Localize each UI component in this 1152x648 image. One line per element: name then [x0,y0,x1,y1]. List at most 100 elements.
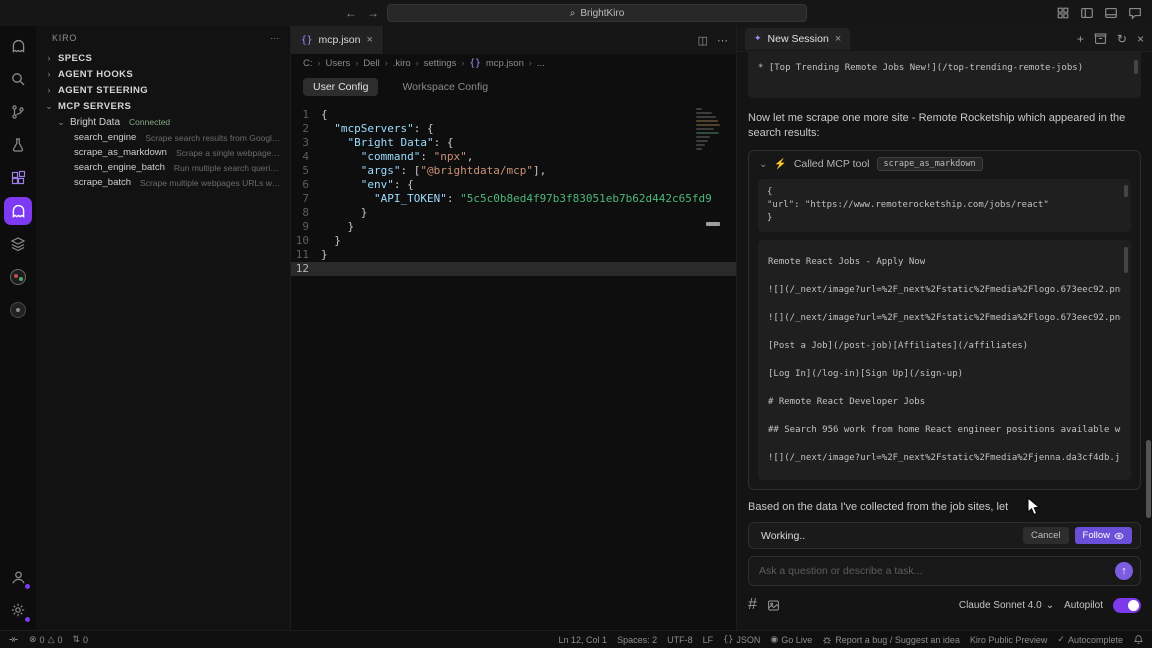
tab-close-icon[interactable]: × [366,34,372,46]
nav-back-icon[interactable]: ← [345,6,357,20]
code-line[interactable]: 3 "Bright Data": { [291,136,736,150]
panel-bottom-icon[interactable] [1104,6,1118,20]
scrollbar-thumb[interactable] [706,222,720,226]
chevron-down-icon: ⌄ [56,117,66,128]
scrollbar-thumb[interactable] [1124,247,1128,273]
panel-scrollbar-thumb[interactable] [1146,440,1151,518]
working-bar: Working.. Cancel Follow [748,522,1141,549]
tab-mcp-json[interactable]: {} mcp.json × [291,26,384,54]
panel-left-icon[interactable] [1080,6,1094,20]
chevron-down-icon: ⌄ [1046,600,1054,611]
sidebar: KIRO ⋯ › SPECS › AGENT HOOKS › AGENT STE… [36,26,290,630]
follow-button[interactable]: Follow [1075,527,1132,544]
go-live-button[interactable]: ◉ Go Live [770,634,812,645]
code-line[interactable]: 10 } [291,234,736,248]
eol-indicator[interactable]: LF [703,635,714,645]
kiro-preview-label[interactable]: Kiro Public Preview [970,635,1048,645]
mcp-server-bright-data[interactable]: ⌄ Bright Data Connected [36,114,290,130]
settings-gear-icon[interactable] [4,596,32,624]
app-window: ← → ⌕ BrightKiro [0,0,1152,648]
notifications-bell-icon[interactable] [1133,634,1144,645]
report-bug-button[interactable]: Report a bug / Suggest an idea [822,635,960,645]
mcp-tool-search-engine[interactable]: search_engine Scrape search results from… [36,130,290,145]
extensions-icon[interactable] [4,164,32,192]
code-line[interactable]: 7 "API_TOKEN": "5c5c0b8ed4f97b3f83051eb7… [291,192,736,206]
chat-tab-label: New Session [768,33,829,45]
encoding-indicator[interactable]: UTF-8 [667,635,693,645]
status-bar: ⊗ 0 △ 0 ⇅ 0 Ln 12, Col 1 Spaces: 2 UTF-8… [0,630,1152,648]
code-line[interactable]: 8 } [291,206,736,220]
problems-indicator[interactable]: ⊗ 0 △ 0 [29,634,63,645]
kiro-logo-icon[interactable] [4,32,32,60]
mcp-tool-search-engine-batch[interactable]: search_engine_batch Run multiple search … [36,160,290,175]
ports-indicator[interactable]: ⇅ 0 [73,634,89,645]
tab-user-config[interactable]: User Config [303,78,378,96]
scrollbar-thumb[interactable] [1134,60,1138,74]
chevron-right-icon: › [44,53,54,63]
chevron-down-icon: ⌄ [759,159,767,170]
sidebar-section-specs[interactable]: › SPECS [36,50,290,66]
new-chat-icon[interactable]: + [1077,32,1084,46]
nav-forward-icon[interactable]: → [367,6,379,20]
error-icon: ⊗ [29,634,37,645]
code-line[interactable]: 12 [291,262,736,276]
globe-logo-icon[interactable] [4,296,32,324]
indentation-indicator[interactable]: Spaces: 2 [617,635,657,645]
chat-input-box: ↑ [748,556,1141,586]
chat-input[interactable] [759,565,1115,577]
breadcrumb[interactable]: C:› Users› Dell› .kiro› settings› {} mcp… [291,54,736,72]
sidebar-section-agent-steering[interactable]: › AGENT STEERING [36,82,290,98]
cancel-button[interactable]: Cancel [1023,527,1069,544]
code-editor[interactable]: 1{2 "mcpServers": {3 "Bright Data": {4 "… [291,102,736,630]
sidebar-more-icon[interactable]: ⋯ [270,33,280,44]
context-hash-icon[interactable]: # [748,596,757,614]
chat-icon[interactable] [1128,6,1142,20]
code-line[interactable]: 1{ [291,108,736,122]
ports-icon: ⇅ [73,634,81,645]
tab-workspace-config[interactable]: Workspace Config [392,78,498,96]
tab-label: mcp.json [318,34,360,46]
code-line[interactable]: 11} [291,248,736,262]
split-editor-icon[interactable]: ◫ [698,34,708,47]
send-button[interactable]: ↑ [1115,562,1133,580]
autopilot-toggle[interactable] [1113,598,1141,613]
mcp-tool-scrape-batch[interactable]: scrape_batch Scrape multiple webpages UR… [36,175,290,190]
account-badge [24,583,31,590]
panel-close-icon[interactable]: × [1137,32,1144,46]
layout-grid-icon[interactable] [1056,6,1070,20]
mono-line: } [767,212,1122,225]
test-flask-icon[interactable] [4,131,32,159]
model-selector[interactable]: Claude Sonnet 4.0 ⌄ [959,600,1054,611]
autocomplete-indicator[interactable]: ✓ Autocomplete [1057,634,1123,645]
sidebar-section-mcp-servers[interactable]: ⌄ MCP SERVERS [36,98,290,114]
sidebar-section-agent-hooks[interactable]: › AGENT HOOKS [36,66,290,82]
tab-new-session[interactable]: ✦ New Session × [745,28,850,50]
layers-icon[interactable] [4,230,32,258]
code-line[interactable]: 4 "command": "npx", [291,150,736,164]
language-indicator[interactable]: {} JSON [723,635,760,645]
mono-line: [Log In](/log-in)[Sign Up](/sign-up) [768,360,1121,388]
code-line[interactable]: 9 } [291,220,736,234]
mono-line: ![](/_next/image?url=%2F_next%2Fstatic%2… [768,444,1121,472]
history-icon[interactable]: ↻ [1117,32,1127,46]
scrollbar-thumb[interactable] [1124,185,1128,197]
mono-line: Remote React Jobs - Apply Now [768,248,1121,276]
attach-image-icon[interactable] [767,599,780,612]
editor-more-icon[interactable]: ⋯ [717,34,728,47]
chat-tab-close-icon[interactable]: × [835,33,841,45]
tool-call-header[interactable]: ⌄ ⚡ Called MCP tool scrape_as_markdown [749,151,1140,177]
kiro-agent-icon[interactable] [4,197,32,225]
code-line[interactable]: 5 "args": ["@brightdata/mcp"], [291,164,736,178]
source-control-icon[interactable] [4,98,32,126]
account-icon[interactable] [4,563,32,591]
line-col-indicator[interactable]: Ln 12, Col 1 [559,635,608,645]
code-line[interactable]: 2 "mcpServers": { [291,122,736,136]
sessions-archive-icon[interactable] [1094,32,1107,45]
database-logo-icon[interactable] [4,263,32,291]
minimap[interactable] [696,108,722,152]
mcp-tool-scrape-as-markdown[interactable]: scrape_as_markdown Scrape a single webpa… [36,145,290,160]
command-search-box[interactable]: ⌕ BrightKiro [387,4,807,22]
code-line[interactable]: 6 "env": { [291,178,736,192]
remote-status-icon[interactable] [8,634,19,645]
search-sidebar-icon[interactable] [4,65,32,93]
